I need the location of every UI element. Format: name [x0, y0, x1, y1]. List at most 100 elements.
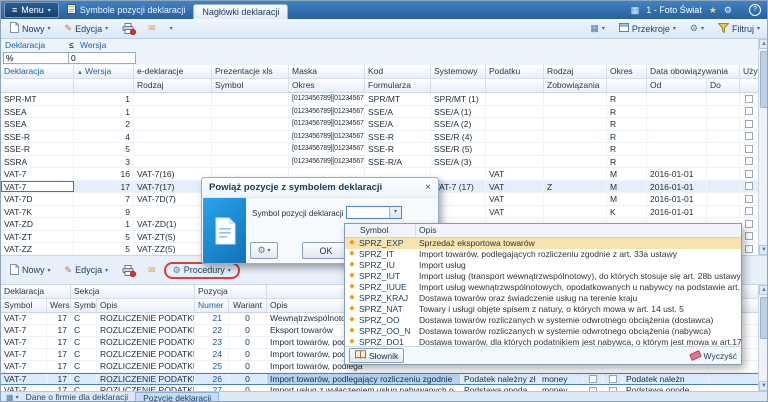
- checkbox[interactable]: [745, 120, 753, 128]
- column-header-wersja[interactable]: ▲Wersja: [74, 65, 134, 78]
- column-header-podatku[interactable]: Podatku: [486, 65, 544, 78]
- slownik-button[interactable]: Słownik: [349, 348, 404, 363]
- dropdown-item[interactable]: ◆SPRZ_KRAJDostawa towarów oraz świadczen…: [345, 293, 741, 304]
- menu-button[interactable]: ≡ Menu ▾: [4, 2, 59, 18]
- company-selector[interactable]: 1 - Foto Świat: [646, 5, 702, 15]
- dropdown-item[interactable]: ◆SPRZ_NATTowary i usługi objęte spisem z…: [345, 304, 741, 315]
- uzywa-checkbox-cell[interactable]: [740, 156, 758, 168]
- checkbox[interactable]: [589, 375, 597, 383]
- declaration-row[interactable]: SSEA1[0123456789][0123456789][0SSE/ASSE/…: [1, 106, 758, 119]
- declaration-row[interactable]: SSRA3[0123456789][0123456789][0SSE-R/ASS…: [1, 156, 758, 169]
- przekroje-button[interactable]: Przekroje ▾: [613, 20, 682, 38]
- column-header-deklaracja[interactable]: Deklaracja: [1, 65, 74, 78]
- chevron-down-icon[interactable]: ▾: [739, 7, 742, 14]
- column-header-prezentacje-xls[interactable]: Prezentacje xls: [212, 65, 289, 78]
- checkbox[interactable]: [745, 107, 753, 115]
- declaration-row[interactable]: SPR-MT1[0123456789][0123456789][0SPR/MTS…: [1, 93, 758, 106]
- position-row[interactable]: VAT-717CROZLICZENIE PODATKU I260Import t…: [1, 373, 758, 385]
- column-header-symbol-sub[interactable]: Symbol: [212, 79, 289, 92]
- flag-checkbox-cell[interactable]: [603, 374, 623, 384]
- column-header-wariant[interactable]: Wariant: [229, 299, 267, 312]
- settings-gear-icon[interactable]: ⚙: [724, 5, 732, 16]
- uzywa-checkbox-cell[interactable]: [740, 143, 758, 155]
- column-header-rodzaj[interactable]: Rodzaj: [544, 65, 607, 78]
- declaration-row[interactable]: SSE-R4[0123456789][0123456789][0SSE-RSSE…: [1, 131, 758, 144]
- tab-naglowki-deklaracji[interactable]: Nagłówki deklaracji: [193, 4, 288, 20]
- column-header-edeklaracje[interactable]: e-deklaracje: [134, 65, 212, 78]
- scroll-down-icon[interactable]: ▼: [759, 381, 768, 391]
- column-header-uzywa[interactable]: Używa: [740, 65, 758, 78]
- more-tools-button[interactable]: ▾: [164, 20, 179, 38]
- filter-operator[interactable]: ≤: [69, 40, 74, 50]
- dropdown-item[interactable]: ◆SPRZ_ITImport towarów, podlegających ro…: [345, 249, 741, 260]
- group-header-pozycja[interactable]: Pozycja: [195, 285, 267, 298]
- uzywa-checkbox-cell[interactable]: [740, 93, 758, 105]
- new-button[interactable]: Nowy ▾: [4, 20, 57, 38]
- filter-column-wersja[interactable]: Wersja: [80, 40, 106, 50]
- scrollbar-thumb[interactable]: [760, 51, 768, 108]
- new-button[interactable]: Nowy ▾: [4, 261, 57, 279]
- filter-column-deklaracja[interactable]: Deklaracja: [5, 40, 45, 50]
- tab-symbole-pozycji-deklaracji[interactable]: Symbole pozycji deklaracji: [59, 1, 194, 19]
- dropdown-item[interactable]: ◆SPRZ_IUUEImport usług wewnątrzwspólnoto…: [345, 282, 741, 293]
- column-header-wers[interactable]: Wers: [47, 299, 71, 312]
- group-header-deklaracja[interactable]: Deklaracja: [1, 285, 71, 298]
- tab-pozycje-deklaracji[interactable]: Pozycje deklaracji: [135, 392, 219, 402]
- checkbox[interactable]: [745, 245, 753, 253]
- uzywa-checkbox-cell[interactable]: [740, 218, 758, 230]
- grid-icon[interactable]: ▦: [6, 393, 14, 402]
- help-icon[interactable]: ?: [749, 4, 761, 16]
- column-header-zobowiazania-sub[interactable]: Zobowiązania: [544, 79, 607, 92]
- uzywa-checkbox-cell[interactable]: [740, 106, 758, 118]
- star-icon[interactable]: ★: [709, 5, 717, 16]
- column-header-sekcja-symbol[interactable]: Symbol: [71, 299, 97, 312]
- scrollbar-thumb[interactable]: [760, 297, 768, 339]
- column-header-do-sub[interactable]: Do: [707, 79, 740, 92]
- scroll-down-icon[interactable]: ▼: [759, 245, 768, 255]
- close-icon[interactable]: ×: [425, 178, 431, 197]
- wyczysc-button[interactable]: Wyczyść: [690, 351, 737, 361]
- column-header-sekcja-opis[interactable]: Opis: [97, 299, 195, 312]
- grid2-scrollbar[interactable]: ▲ ▼: [758, 285, 768, 391]
- deklaracja-filter-input[interactable]: [3, 52, 71, 64]
- settings-button[interactable]: ⚙ ▾: [684, 20, 710, 38]
- uzywa-checkbox-cell[interactable]: [740, 118, 758, 130]
- column-header-systemowy[interactable]: Systemowy: [431, 65, 486, 78]
- ok-button[interactable]: OK: [302, 242, 350, 259]
- print-button[interactable]: [116, 261, 140, 279]
- tab-dane-o-firmie[interactable]: Dane o firmie dla deklaracji: [19, 392, 136, 402]
- column-header-data-obowiazywania[interactable]: Data obowiązywania: [647, 65, 740, 78]
- checkbox[interactable]: [745, 195, 753, 203]
- procedury-button[interactable]: ⚙ Procedury ▾: [164, 262, 240, 279]
- uzywa-checkbox-cell[interactable]: [740, 206, 758, 218]
- dialog-settings-button[interactable]: ⚙ ▾: [250, 242, 278, 259]
- column-header-okres-sub[interactable]: Okres: [289, 79, 365, 92]
- checkbox[interactable]: [745, 95, 753, 103]
- column-header-numer[interactable]: Numer: [195, 299, 229, 312]
- mail-button[interactable]: ✉: [142, 261, 162, 279]
- checkbox[interactable]: [745, 132, 753, 140]
- uzywa-checkbox-cell[interactable]: [740, 193, 758, 205]
- column-header-rodzaj-sub[interactable]: Rodzaj: [134, 79, 212, 92]
- declaration-row[interactable]: SSE-R5[0123456789][0123456789][0SSE-RSSE…: [1, 143, 758, 156]
- uzywa-checkbox-cell[interactable]: [740, 131, 758, 143]
- scroll-up-icon[interactable]: ▲: [759, 285, 768, 295]
- flag-checkbox-cell[interactable]: [583, 374, 603, 384]
- column-header-kod[interactable]: Kod: [365, 65, 431, 78]
- column-header-okres[interactable]: Okres: [607, 65, 647, 78]
- uzywa-checkbox-cell[interactable]: [740, 168, 758, 180]
- grid1-scrollbar[interactable]: ▲ ▼: [758, 39, 768, 255]
- checkbox[interactable]: [609, 375, 617, 383]
- symbol-combobox[interactable]: ▾: [346, 206, 402, 219]
- group-header-sekcja[interactable]: Sekcja: [71, 285, 195, 298]
- edit-button[interactable]: ✎ Edycja ▾: [59, 261, 115, 279]
- checkbox[interactable]: [745, 157, 753, 165]
- uzywa-checkbox-cell[interactable]: [740, 181, 758, 193]
- mail-button[interactable]: ✉: [142, 20, 162, 38]
- print-button[interactable]: [116, 20, 140, 38]
- checkbox[interactable]: [745, 170, 753, 178]
- checkbox[interactable]: [745, 220, 753, 228]
- declaration-row[interactable]: SSEA2[0123456789][0123456789][0SSE/ASSE/…: [1, 118, 758, 131]
- dropdown-item[interactable]: ◆SPRZ_IUTImport usług (transport wewnątr…: [345, 271, 741, 282]
- edit-button[interactable]: ✎ Edycja ▾: [59, 20, 115, 38]
